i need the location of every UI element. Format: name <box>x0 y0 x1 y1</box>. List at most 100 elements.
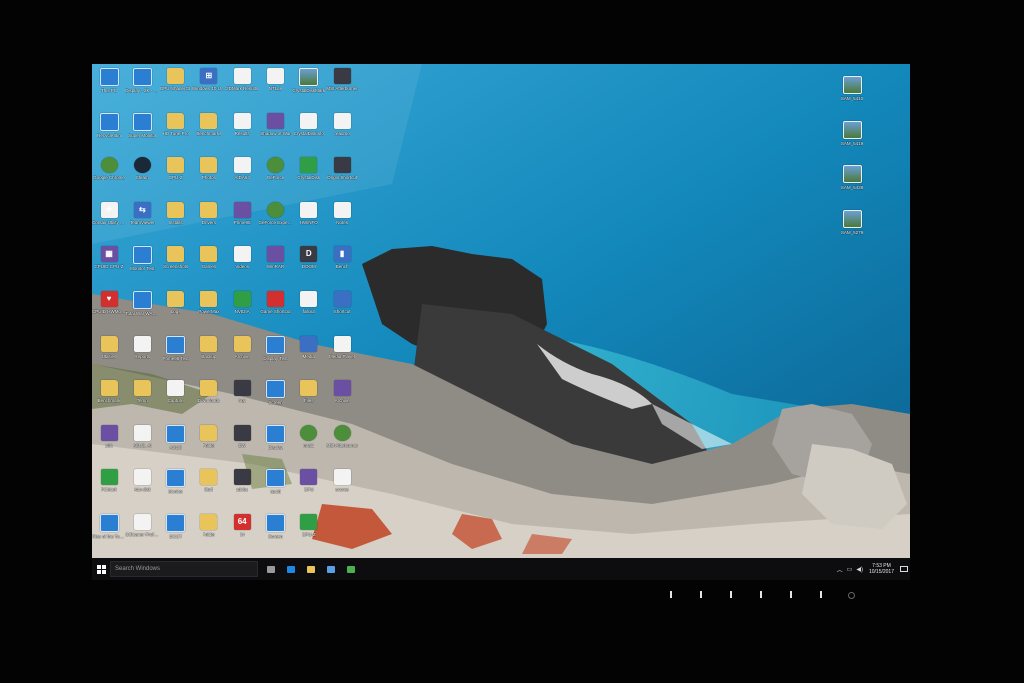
desktop-shortcut[interactable]: mraid <box>292 424 326 465</box>
desktop-shortcut[interactable]: App <box>225 380 259 420</box>
chevron-up-icon[interactable]: ︿ <box>837 565 843 574</box>
desktop-shortcut[interactable]: CCleaner Professional <box>125 514 159 554</box>
desktop-shortcut[interactable]: Results <box>225 112 259 153</box>
action-center-button[interactable] <box>898 558 910 580</box>
desktop-shortcut[interactable]: NTLite <box>259 68 293 108</box>
desktop-shortcut[interactable]: ASUS_AI <box>125 424 159 465</box>
desktop-shortcut[interactable]: Display <box>259 424 293 465</box>
desktop-shortcut[interactable]: NVIDIA <box>225 291 259 331</box>
desktop-shortcut[interactable]: Benchmark <box>92 380 126 420</box>
desktop-shortcut[interactable]: ▦ CPUID CPU-Z <box>92 246 126 286</box>
desktop-shortcut[interactable]: adobe <box>225 469 259 509</box>
monitor-button[interactable] <box>730 591 732 598</box>
desktop-shortcut[interactable]: GPU <box>292 469 326 509</box>
desktop-shortcut[interactable]: scores <box>325 469 359 509</box>
desktop-shortcut[interactable]: GPU-Z <box>159 157 193 197</box>
desktop-shortcut[interactable]: Folder <box>192 424 226 465</box>
desktop-shortcut[interactable]: Prime95 Test <box>159 335 193 376</box>
desktop-shortcut[interactable]: Photos <box>192 157 226 197</box>
desktop-shortcut[interactable]: CrystalDisk <box>292 157 326 197</box>
desktop-shortcut[interactable]: GPU-ShaderGL <box>159 68 193 108</box>
desktop-shortcut[interactable]: Videos <box>225 246 259 286</box>
desktop-shortcut[interactable]: Shortcut <box>325 291 359 331</box>
desktop-shortcut[interactable]: GPU-Z <box>292 514 326 554</box>
desktop-shortcut[interactable]: Recycle Bin <box>92 112 126 153</box>
network-icon[interactable]: ▭ <box>847 566 853 573</box>
desktop-shortcut[interactable]: Installs <box>159 201 193 242</box>
desktop-shortcut[interactable]: ⇆ TeamViewer <box>125 201 159 242</box>
desktop-shortcut[interactable]: This PC <box>92 68 126 108</box>
desktop-shortcut[interactable]: Capture <box>159 380 193 420</box>
monitor-button[interactable] <box>820 591 822 598</box>
desktop-shortcut[interactable]: Files <box>292 380 326 420</box>
desktop-shortcut[interactable]: Drivers <box>192 201 226 242</box>
desktop-shortcut[interactable]: fallout <box>292 291 326 331</box>
desktop-photo-file[interactable]: SAM_5419 <box>835 120 869 161</box>
desktop-shortcut[interactable]: GeForce <box>259 157 293 197</box>
desktop-shortcut[interactable]: Backup <box>192 335 226 376</box>
desktop-shortcut[interactable]: Display - 2K - 144 Hz <box>125 68 159 108</box>
desktop-shortcut[interactable]: MSI Afterburner <box>325 68 359 108</box>
desktop-photo-file[interactable]: SAM_5438 <box>835 165 869 205</box>
desktop-shortcut[interactable]: Game Shortcut <box>259 291 293 331</box>
clock[interactable]: 7:53 PM 10/15/2017 <box>869 563 894 575</box>
monitor-button[interactable] <box>790 591 792 598</box>
desktop-shortcut[interactable]: HD Tune Pro <box>159 112 193 153</box>
desktop-shortcut[interactable]: Shadow of War <box>259 112 293 153</box>
desktop-shortcut[interactable]: Notes <box>325 201 359 242</box>
desktop-shortcut[interactable]: ♥ CPUID HWMonitor <box>92 291 126 331</box>
desktop-shortcut[interactable]: WinRAR <box>259 246 293 286</box>
desktop-shortcut[interactable]: readme <box>325 112 359 153</box>
desktop-shortcut[interactable]: Screen <box>259 380 293 420</box>
desktop-shortcut[interactable]: Temp <box>125 380 159 420</box>
desktop-shortcut[interactable]: Origin Shortcut <box>325 157 359 197</box>
desktop-shortcut[interactable]: GeForce Experience <box>259 201 293 242</box>
taskbar-app-button[interactable] <box>284 558 298 580</box>
desktop-shortcut[interactable]: Media <box>292 335 326 376</box>
desktop-shortcut[interactable]: Utilities <box>92 335 126 376</box>
desktop-shortcut[interactable]: Archive <box>225 335 259 376</box>
desktop-shortcut[interactable]: HWiNFO <box>292 201 326 242</box>
monitor-button[interactable] <box>700 591 702 598</box>
desktop-shortcut[interactable]: Atto-disk <box>125 469 159 509</box>
desktop-shortcut[interactable]: Stuff <box>192 469 226 509</box>
desktop-shortcut[interactable]: Folder <box>192 514 226 554</box>
desktop-shortcut[interactable]: Screen <box>259 514 293 554</box>
taskbar-app-button[interactable] <box>344 558 358 580</box>
desktop-shortcut[interactable]: Super Monitor <box>125 112 159 153</box>
desktop-shortcut[interactable]: Downloads <box>192 380 226 420</box>
desktop-shortcut[interactable]: Rise of the Tomb Raider <box>92 514 126 554</box>
desktop-shortcut[interactable]: PCMark <box>92 469 126 509</box>
desktop-shortcut[interactable]: AIDA64 <box>225 157 259 197</box>
desktop-shortcut[interactable]: Media Player <box>325 335 359 376</box>
taskbar-app-button[interactable] <box>324 558 338 580</box>
volume-icon[interactable]: ◀) <box>856 566 863 573</box>
desktop-shortcut[interactable]: Google Chrome <box>92 157 126 197</box>
desktop-shortcut[interactable]: CrystalDiskInfo <box>292 112 326 153</box>
power-indicator[interactable] <box>848 592 855 599</box>
desktop-shortcut[interactable]: Logs <box>159 291 193 331</box>
desktop-shortcut[interactable]: CrystalDiskMark <box>292 68 326 108</box>
desktop-shortcut[interactable]: ⊞ Windows 10 Upgrade <box>192 68 226 108</box>
desktop-shortcut[interactable]: Games <box>192 246 226 286</box>
taskbar-app-button[interactable] <box>304 558 318 580</box>
desktop-shortcut[interactable]: Monitor Test <box>125 246 159 286</box>
desktop-shortcut[interactable]: Monitor <box>159 469 193 509</box>
desktop-shortcut[interactable]: cpuid <box>259 469 293 509</box>
desktop-shortcut[interactable]: Screenshots <box>159 246 193 286</box>
desktop-shortcut[interactable]: DW <box>225 424 259 465</box>
desktop-shortcut[interactable]: 3DMark Results <box>225 68 259 108</box>
monitor-button[interactable] <box>670 591 672 598</box>
desktop-shortcut[interactable]: pdfo <box>92 424 126 465</box>
monitor-button[interactable] <box>760 591 762 598</box>
desktop-shortcut[interactable]: MSI Afterburner <box>325 424 359 465</box>
desktop-shortcut[interactable]: ASUS <box>159 424 193 465</box>
desktop-shortcut[interactable]: Archive <box>325 380 359 420</box>
desktop-shortcut[interactable]: ✈Corsair Utility Engine <box>92 201 126 242</box>
desktop-shortcut[interactable]: PowerMax <box>192 291 226 331</box>
desktop-photo-file[interactable]: SAM_5410 <box>835 76 869 116</box>
taskbar-app-button[interactable] <box>264 558 278 580</box>
desktop-shortcut[interactable]: Total War WARHAMMER <box>125 291 159 331</box>
desktop-shortcut[interactable]: Display Test <box>259 335 293 376</box>
desktop-shortcut[interactable]: ▮ Bench <box>325 246 359 286</box>
